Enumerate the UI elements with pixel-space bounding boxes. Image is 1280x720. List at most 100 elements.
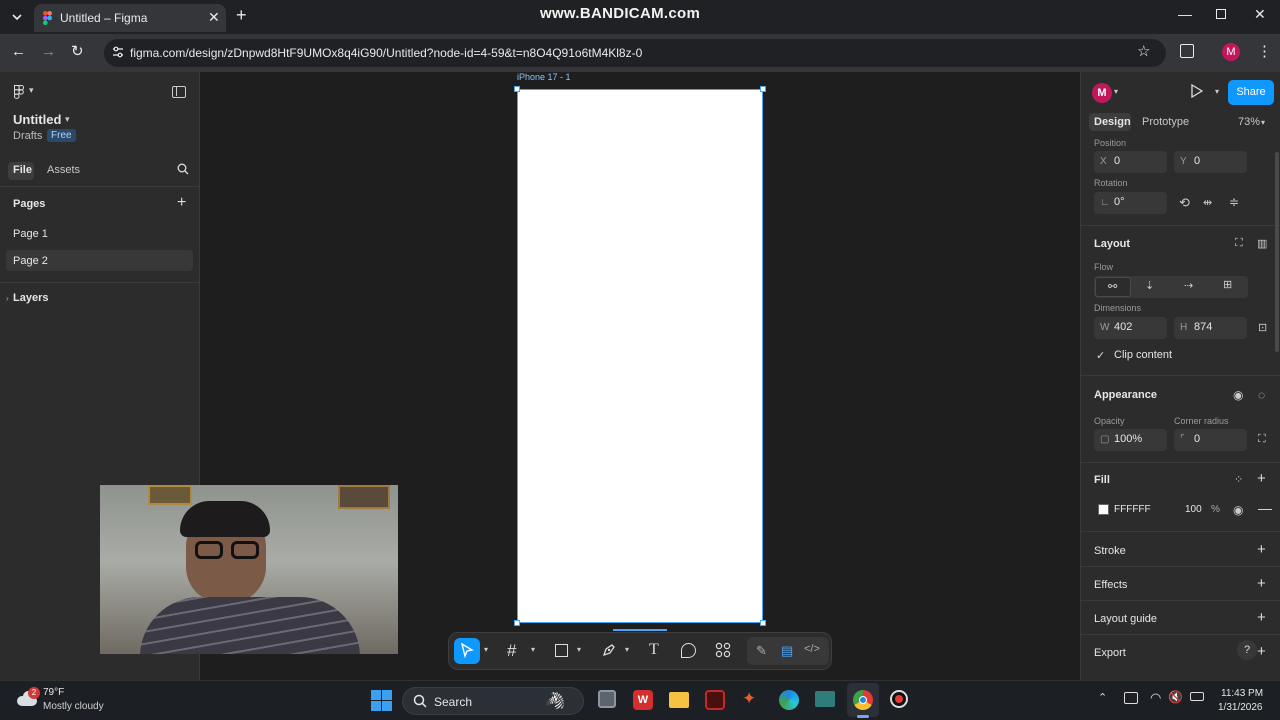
rectangle-tool-icon[interactable] bbox=[555, 644, 568, 657]
visibility-eye-icon[interactable]: ◉ bbox=[1233, 388, 1243, 402]
resize-handle[interactable] bbox=[760, 620, 766, 626]
edge-browser-icon[interactable] bbox=[779, 690, 799, 710]
add-fill-icon[interactable]: + bbox=[1257, 470, 1266, 487]
draw-mode-icon[interactable]: ✎ bbox=[756, 643, 767, 659]
new-tab-icon[interactable]: + bbox=[236, 5, 247, 26]
y-field[interactable]: Y 0 bbox=[1174, 151, 1247, 173]
close-window-icon[interactable]: ✕ bbox=[1254, 6, 1266, 23]
flow-vertical-icon[interactable]: ⇣ bbox=[1145, 279, 1154, 292]
forward-icon[interactable]: → bbox=[41, 43, 56, 60]
file-explorer-icon[interactable] bbox=[669, 692, 689, 708]
zoom-level[interactable]: 73% bbox=[1238, 116, 1260, 128]
height-field[interactable]: H 874 bbox=[1174, 317, 1247, 339]
search-layers-icon[interactable] bbox=[177, 163, 189, 175]
pen-tool-icon[interactable] bbox=[601, 642, 617, 658]
resize-handle[interactable] bbox=[514, 86, 520, 92]
remove-fill-icon[interactable]: — bbox=[1258, 500, 1272, 516]
task-view-icon[interactable] bbox=[598, 690, 616, 708]
weather-temp[interactable]: 79°F bbox=[43, 687, 64, 698]
resize-handle[interactable] bbox=[760, 86, 766, 92]
flip-vertical-icon[interactable]: ≑ bbox=[1229, 195, 1239, 209]
frame-tool-chevron-icon[interactable]: ▾ bbox=[531, 645, 535, 654]
fill-hex[interactable]: FFFFFF bbox=[1114, 504, 1151, 515]
resize-handle[interactable] bbox=[514, 620, 520, 626]
clock-time[interactable]: 11:43 PM bbox=[1221, 688, 1263, 699]
flip-horizontal-icon[interactable]: ⇹ bbox=[1203, 196, 1212, 209]
flow-grid-icon[interactable]: ⊞ bbox=[1223, 278, 1232, 291]
browser-tab[interactable]: Untitled – Figma ✕ bbox=[34, 4, 226, 32]
independent-corners-icon[interactable]: ⛶ bbox=[1258, 433, 1266, 446]
toggle-sidebar-icon[interactable] bbox=[172, 86, 186, 98]
panel-scrollbar[interactable] bbox=[1275, 152, 1279, 352]
frame-tool-icon[interactable]: # bbox=[507, 641, 516, 661]
pen-tool-chevron-icon[interactable]: ▾ bbox=[625, 645, 629, 654]
add-stroke-icon[interactable]: + bbox=[1257, 541, 1266, 558]
file-name[interactable]: Untitled bbox=[13, 112, 61, 127]
move-tool-chevron-icon[interactable]: ▾ bbox=[484, 645, 488, 654]
clip-content-label[interactable]: Clip content bbox=[1114, 349, 1172, 361]
maximize-window-icon[interactable] bbox=[1216, 9, 1226, 19]
dev-mode-icon[interactable]: </> bbox=[804, 643, 820, 655]
pdf-app-icon[interactable]: ✦ bbox=[742, 689, 756, 709]
plan-badge[interactable]: Free bbox=[47, 129, 76, 142]
present-icon[interactable] bbox=[1191, 84, 1203, 98]
corner-radius-field[interactable]: ⌜ 0 bbox=[1174, 429, 1247, 451]
reload-icon[interactable]: ↻ bbox=[71, 42, 84, 60]
windows-start-icon[interactable] bbox=[371, 690, 392, 711]
add-page-icon[interactable]: + bbox=[177, 194, 186, 212]
help-button[interactable]: ? bbox=[1237, 640, 1257, 660]
user-avatar[interactable]: M bbox=[1092, 83, 1112, 103]
layers-title[interactable]: Layers bbox=[13, 292, 48, 304]
extensions-icon[interactable] bbox=[1180, 44, 1194, 58]
comment-tool-icon[interactable] bbox=[681, 643, 696, 658]
blend-mode-icon[interactable]: ◌ bbox=[1258, 388, 1265, 402]
tab-prototype[interactable]: Prototype bbox=[1142, 116, 1189, 128]
chrome-icon[interactable] bbox=[853, 690, 873, 710]
file-name-chevron-icon[interactable]: ▾ bbox=[65, 114, 70, 125]
fill-swatch[interactable] bbox=[1098, 504, 1109, 515]
add-layout-guide-icon[interactable]: + bbox=[1257, 609, 1266, 626]
flow-horizontal-icon[interactable]: ⇢ bbox=[1184, 279, 1193, 292]
show-hidden-icons-icon[interactable]: ⌃ bbox=[1098, 691, 1107, 704]
weather-cloud-icon[interactable]: 2 bbox=[15, 687, 40, 711]
fullscreen-icon[interactable]: ⛶ bbox=[1235, 237, 1243, 250]
drafts-label[interactable]: Drafts bbox=[13, 130, 42, 142]
rotate-icon[interactable]: ⟲ bbox=[1179, 195, 1190, 211]
volume-muted-icon[interactable]: 🔇 bbox=[1168, 690, 1183, 704]
iphone-frame[interactable] bbox=[514, 86, 766, 626]
text-tool-icon[interactable]: T bbox=[649, 641, 659, 659]
tab-search-chevron-icon[interactable] bbox=[7, 7, 27, 27]
main-menu-chevron-icon[interactable]: ▾ bbox=[29, 85, 34, 96]
back-icon[interactable]: ← bbox=[11, 43, 26, 60]
battery-icon[interactable] bbox=[1190, 692, 1204, 701]
opacity-field[interactable]: ▢ 100% bbox=[1094, 429, 1167, 451]
share-button[interactable]: Share bbox=[1228, 80, 1274, 105]
wps-office-icon[interactable]: W bbox=[633, 690, 653, 710]
close-tab-icon[interactable]: ✕ bbox=[208, 9, 220, 26]
tab-file[interactable]: File bbox=[13, 164, 32, 176]
tray-app-icon[interactable] bbox=[1124, 692, 1138, 704]
x-field[interactable]: X 0 bbox=[1094, 151, 1167, 173]
minimize-window-icon[interactable]: — bbox=[1178, 6, 1192, 22]
add-export-icon[interactable]: + bbox=[1257, 643, 1266, 660]
store-app-icon[interactable] bbox=[815, 691, 835, 707]
taskbar-search-box[interactable]: Search 🦓 bbox=[402, 687, 584, 715]
clip-content-checkbox[interactable]: ✓ bbox=[1096, 349, 1105, 362]
add-effect-icon[interactable]: + bbox=[1257, 575, 1266, 592]
layers-expand-icon[interactable]: › bbox=[6, 294, 9, 303]
shape-tool-chevron-icon[interactable]: ▾ bbox=[577, 645, 581, 654]
tab-design[interactable]: Design bbox=[1094, 116, 1131, 128]
present-chevron-icon[interactable]: ▾ bbox=[1215, 87, 1219, 96]
figma-main-menu-icon[interactable] bbox=[14, 85, 24, 99]
layout-grid-icon[interactable]: ▥ bbox=[1257, 237, 1267, 250]
tab-assets[interactable]: Assets bbox=[47, 164, 80, 176]
clock-date[interactable]: 1/31/2026 bbox=[1218, 702, 1263, 713]
wifi-icon[interactable]: ◠ bbox=[1150, 690, 1161, 706]
design-mode-icon[interactable]: ▤ bbox=[781, 643, 793, 659]
fill-styles-icon[interactable]: ⁘ bbox=[1234, 473, 1243, 486]
rotation-field[interactable]: ∟ 0° bbox=[1094, 192, 1167, 214]
fill-opacity[interactable]: 100 bbox=[1185, 504, 1202, 515]
page-item-1[interactable]: Page 1 bbox=[13, 228, 48, 240]
width-field[interactable]: W 402 bbox=[1094, 317, 1167, 339]
browser-menu-icon[interactable]: ⋮ bbox=[1257, 42, 1272, 60]
